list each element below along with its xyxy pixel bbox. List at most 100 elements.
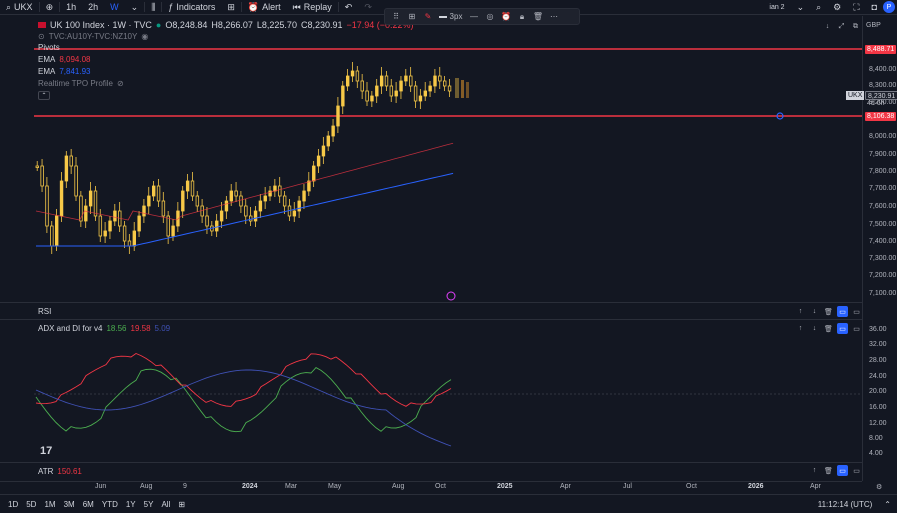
lock-icon[interactable]: 🔒︎ [515,10,529,23]
drag-handle-icon[interactable]: ⠿ [389,10,403,23]
atr-value: 150.61 [57,467,82,476]
templates-button[interactable]: ⊞ [221,0,241,15]
move-up-icon[interactable]: ↑ [795,306,806,317]
pane-divider[interactable] [0,302,862,303]
atr-title[interactable]: ATR [38,467,53,476]
magic-icon[interactable] [446,291,456,301]
indicator-ema-fast-name[interactable]: EMA [38,55,55,64]
collapse-legend-button[interactable]: ⌃ [38,91,50,100]
interval-1h[interactable]: 1h [60,0,82,15]
restore-icon[interactable]: ⧉ [850,21,861,32]
range-button-all[interactable]: All [157,500,174,509]
chart-type-button[interactable]: ⫼ [145,0,161,15]
collapse-icon[interactable]: ▭ [837,465,848,476]
camera-icon: ◘ [871,2,877,12]
layout-menu-button[interactable]: ⌄ [791,0,811,15]
move-up-icon[interactable]: ↑ [795,323,806,334]
layout-name[interactable]: ian 2 [763,0,790,15]
chart-title[interactable]: UK 100 Index · 1W · TVC [50,20,152,30]
currency-label[interactable]: GBP [866,22,881,29]
move-up-icon[interactable]: ↑ [809,465,820,476]
alarm-icon: ⏰ [247,1,260,12]
adx-tick-label: 28.00 [869,357,887,364]
price-axis[interactable]: GBP 8,400.00 8,300.00 8,200.00 8,000.00 7,90… [862,16,897,481]
price-tick-label: 7,600.00 [869,203,897,210]
candle-body [292,210,297,217]
redo-button[interactable]: ↷ [358,0,378,15]
range-button-6m[interactable]: 6M [79,500,98,509]
interval-2h[interactable]: 2h [82,0,104,15]
quick-search-button[interactable]: ⌕ [810,0,827,15]
indicators-icon: ƒ [168,2,174,12]
maximize-icon[interactable]: ▭ [851,465,862,476]
atr-legend: ATR 150.61 [38,467,82,476]
range-button-1d[interactable]: 1D [4,500,22,509]
move-down-icon[interactable]: ↓ [822,21,833,32]
ohlc-low: L8,225.70 [256,20,297,30]
alert-add-icon[interactable]: ⏰ [499,10,513,23]
collapse-icon[interactable]: ▭ [837,306,848,317]
axis-settings-icon[interactable]: ⚙ [876,483,882,491]
move-down-icon[interactable]: ↓ [809,323,820,334]
indicator-pivots[interactable]: Pivots [38,43,60,52]
pane-divider[interactable] [0,462,862,463]
compare-symbols[interactable]: TVC:AU10Y-TVC:NZ10Y [49,32,138,41]
replay-label: Replay [303,2,332,12]
compare-button[interactable]: ⊕ [40,0,60,15]
fullscreen-button[interactable]: ⛶ [847,0,865,15]
candle-body [132,230,136,247]
alert-button[interactable]: ⏰ Alert [242,0,287,15]
collapse-panel-icon[interactable]: ⌃ [878,500,897,509]
range-button-1y[interactable]: 1Y [122,500,140,509]
maximize-icon[interactable]: ▭ [851,323,862,334]
undo-button[interactable]: ↶ [339,0,359,15]
range-button-1m[interactable]: 1M [40,500,59,509]
settings-button[interactable]: ⚙ [827,0,847,15]
replay-button[interactable]: ⏮ Replay [287,0,338,15]
maximize-icon[interactable]: ⤢ [836,21,847,32]
line-type-icon[interactable]: — [467,10,481,23]
adx-chart-canvas[interactable]: 17 [0,320,862,462]
indicator-tpo[interactable]: Realtime TPO Profile [38,79,113,88]
eye-icon[interactable]: ◉ [141,32,148,41]
price-tick-label: 7,300.00 [869,255,897,262]
date-range-icon[interactable]: ⊞ [174,500,189,509]
publish-button[interactable]: P [883,1,895,13]
flag-icon [38,22,46,28]
candle-body [93,190,98,217]
range-button-3m[interactable]: 3M [60,500,79,509]
interval-dropdown[interactable]: ⌄ [125,0,145,15]
collapse-icon[interactable]: ▭ [837,323,848,334]
trash-icon[interactable]: 🗑︎ [531,10,545,23]
screenshot-button[interactable]: ◘ [866,0,883,15]
search-icon: ⌕ [6,1,12,12]
svg-text:17: 17 [40,445,52,457]
trash-icon[interactable]: 🗑︎ [823,465,834,476]
more-icon[interactable]: ⋯ [547,10,561,23]
line-style-button[interactable]: 3px [437,10,465,23]
symbol-search[interactable]: ⌕ UKX [0,0,39,15]
range-button-5y[interactable]: 5Y [140,500,158,509]
rsi-title[interactable]: RSI [38,307,51,316]
templates-icon[interactable]: ⊞ [405,10,419,23]
range-button-5d[interactable]: 5D [22,500,40,509]
clock-label[interactable]: 11:12:14 (UTC) [812,500,879,509]
indicators-button[interactable]: ƒ Indicators [162,0,221,15]
hidden-eye-icon[interactable]: ⊘ [117,79,124,88]
move-down-icon[interactable]: ↓ [809,306,820,317]
range-button-ytd[interactable]: YTD [98,500,122,509]
trash-icon[interactable]: 🗑︎ [823,323,834,334]
trash-icon[interactable]: 🗑︎ [823,306,834,317]
time-tick-label: May [328,483,342,490]
indicator-ema-slow-name[interactable]: EMA [38,67,55,76]
candle-body [147,195,151,207]
adx-legend: ADX and DI for v4 18.56 19.58 5.09 [38,324,170,333]
time-axis[interactable]: Jun Aug 9 2024 Mar May Aug Oct 2025 Apr Jul Oct 2026… [0,481,862,492]
visibility-icon[interactable]: ◎ [483,10,497,23]
interval-w[interactable]: W [104,0,125,15]
pencil-icon[interactable]: ✎ [421,10,435,23]
candle-body [302,190,306,202]
adx-title[interactable]: ADX and DI for v4 [38,324,102,333]
time-tick-label: 2026 [748,483,764,490]
maximize-icon[interactable]: ▭ [851,306,862,317]
